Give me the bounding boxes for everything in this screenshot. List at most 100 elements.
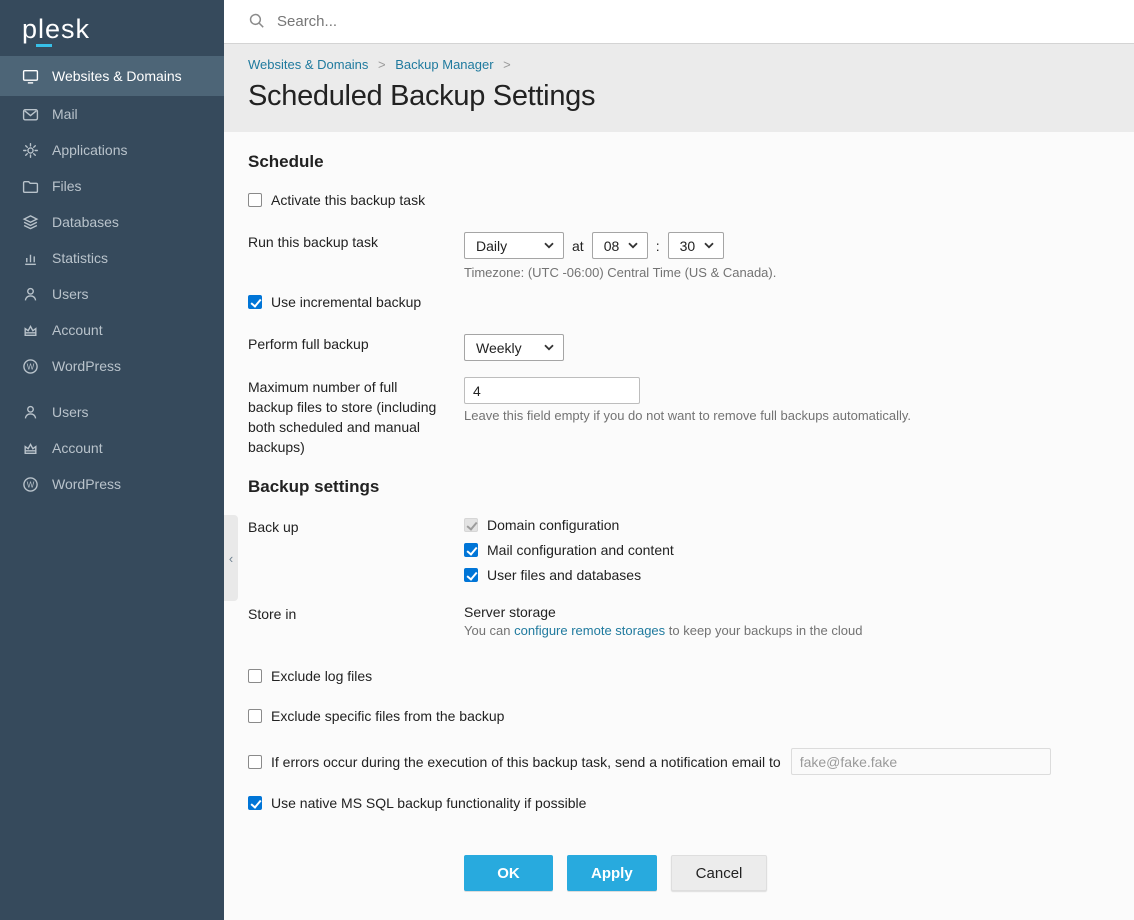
configure-remote-storages-link[interactable]: configure remote storages [514,623,665,638]
colon-text: : [656,238,660,254]
user-files-row: User files and databases [464,567,1110,583]
sidebar-item-users-2[interactable]: Users [0,394,224,430]
ok-button[interactable]: OK [464,855,553,891]
chevron-down-icon [544,344,554,351]
folder-icon [22,178,39,195]
full-backup-row: Perform full backup Weekly [248,334,1110,361]
apply-button[interactable]: Apply [567,855,657,891]
run-task-row: Run this backup task Daily at 08 : 30 [248,232,1110,280]
breadcrumb-backup-manager[interactable]: Backup Manager [395,57,493,72]
schedule-heading: Schedule [248,152,1110,172]
exclude-logs-label[interactable]: Exclude log files [271,668,372,684]
plesk-logo: plesk [0,0,224,56]
incremental-backup-checkbox[interactable] [248,295,262,309]
sidebar-item-wordpress[interactable]: W WordPress [0,348,224,384]
incremental-backup-row: Use incremental backup [248,294,1110,310]
page-title: Scheduled Backup Settings [248,80,1110,113]
activate-backup-label[interactable]: Activate this backup task [271,192,425,208]
store-in-label: Store in [248,604,464,638]
period-select-value: Daily [476,238,507,254]
sidebar-item-account-2[interactable]: Account [0,430,224,466]
mssql-row: Use native MS SQL backup functionality i… [248,795,1110,811]
notify-email-input[interactable] [791,748,1051,775]
breadcrumb-websites-domains[interactable]: Websites & Domains [248,57,368,72]
domain-config-label: Domain configuration [487,517,619,533]
sidebar-item-label: Users [52,404,89,420]
sidebar-group-gap [0,384,224,394]
mssql-label[interactable]: Use native MS SQL backup functionality i… [271,795,586,811]
sidebar-item-websites-domains[interactable]: Websites & Domains [0,56,224,96]
sidebar-item-files[interactable]: Files [0,168,224,204]
search-input[interactable] [277,13,677,30]
domain-config-row: Domain configuration [464,517,1110,533]
user-icon [22,286,39,303]
sidebar-item-databases[interactable]: Databases [0,204,224,240]
breadcrumb: Websites & Domains > Backup Manager > [248,57,1110,72]
max-full-backups-row: Maximum number of full backup files to s… [248,377,1110,457]
gear-icon [22,142,39,159]
sidebar-collapse-handle[interactable]: ‹ [224,515,238,601]
search-icon [248,12,265,32]
exclude-logs-checkbox[interactable] [248,669,262,683]
settings-form: Schedule Activate this backup task Run t… [224,132,1134,920]
form-buttons: OK Apply Cancel [464,855,1110,891]
sidebar-item-label: Mail [52,106,78,122]
hour-select[interactable]: 08 [592,232,648,259]
activate-backup-checkbox[interactable] [248,193,262,207]
plesk-logo-accent [36,44,52,47]
sidebar-item-users[interactable]: Users [0,276,224,312]
sidebar-item-label: Statistics [52,250,108,266]
mssql-checkbox[interactable] [248,796,262,810]
full-backup-period-select[interactable]: Weekly [464,334,564,361]
max-full-backups-hint: Leave this field empty if you do not wan… [464,408,1110,423]
user-icon [22,404,39,421]
sidebar-item-label: Websites & Domains [52,68,182,84]
sidebar-item-label: Applications [52,142,128,158]
minute-select-value: 30 [680,238,696,254]
crown-icon [22,440,39,457]
sidebar-item-mail[interactable]: Mail [0,96,224,132]
user-files-label[interactable]: User files and databases [487,567,641,583]
search-bar [224,0,1134,44]
mail-config-checkbox[interactable] [464,543,478,557]
bar-chart-icon [22,250,39,267]
sidebar-item-label: Users [52,286,89,302]
chevron-down-icon [544,242,554,249]
store-in-row: Store in Server storage You can configur… [248,604,1110,638]
exclude-logs-row: Exclude log files [248,668,1110,684]
mail-config-row: Mail configuration and content [464,542,1110,558]
backup-settings-heading: Backup settings [248,477,1110,497]
exclude-files-label[interactable]: Exclude specific files from the backup [271,708,504,724]
sidebar-nav: Websites & Domains Mail Applications Fil… [0,56,224,502]
period-select[interactable]: Daily [464,232,564,259]
sidebar-item-label: Files [52,178,82,194]
store-hint-prefix: You can [464,623,514,638]
plesk-logo-text: plesk [22,14,90,44]
sidebar-item-wordpress-2[interactable]: W WordPress [0,466,224,502]
layers-icon [22,214,39,231]
notify-email-checkbox[interactable] [248,755,262,769]
sidebar-item-label: Account [52,322,103,338]
sidebar-item-statistics[interactable]: Statistics [0,240,224,276]
sidebar-item-applications[interactable]: Applications [0,132,224,168]
user-files-checkbox[interactable] [464,568,478,582]
wordpress-icon: W [22,358,39,375]
main-area: Websites & Domains > Backup Manager > Sc… [224,0,1134,920]
notify-email-row: If errors occur during the execution of … [248,748,1110,775]
mail-config-label[interactable]: Mail configuration and content [487,542,674,558]
sidebar-item-account[interactable]: Account [0,312,224,348]
incremental-backup-label[interactable]: Use incremental backup [271,294,421,310]
minute-select[interactable]: 30 [668,232,724,259]
monitor-icon [22,68,39,85]
sidebar: plesk Websites & Domains Mail Applicatio… [0,0,224,920]
max-full-backups-input[interactable] [464,377,640,404]
activate-backup-row: Activate this backup task [248,192,1110,208]
page-header: Websites & Domains > Backup Manager > Sc… [224,44,1134,132]
sidebar-item-label: WordPress [52,476,121,492]
svg-text:W: W [27,480,35,489]
sidebar-item-label: Databases [52,214,119,230]
cancel-button[interactable]: Cancel [671,855,768,891]
full-backup-period-value: Weekly [476,340,522,356]
exclude-files-checkbox[interactable] [248,709,262,723]
notify-email-label[interactable]: If errors occur during the execution of … [271,754,781,770]
